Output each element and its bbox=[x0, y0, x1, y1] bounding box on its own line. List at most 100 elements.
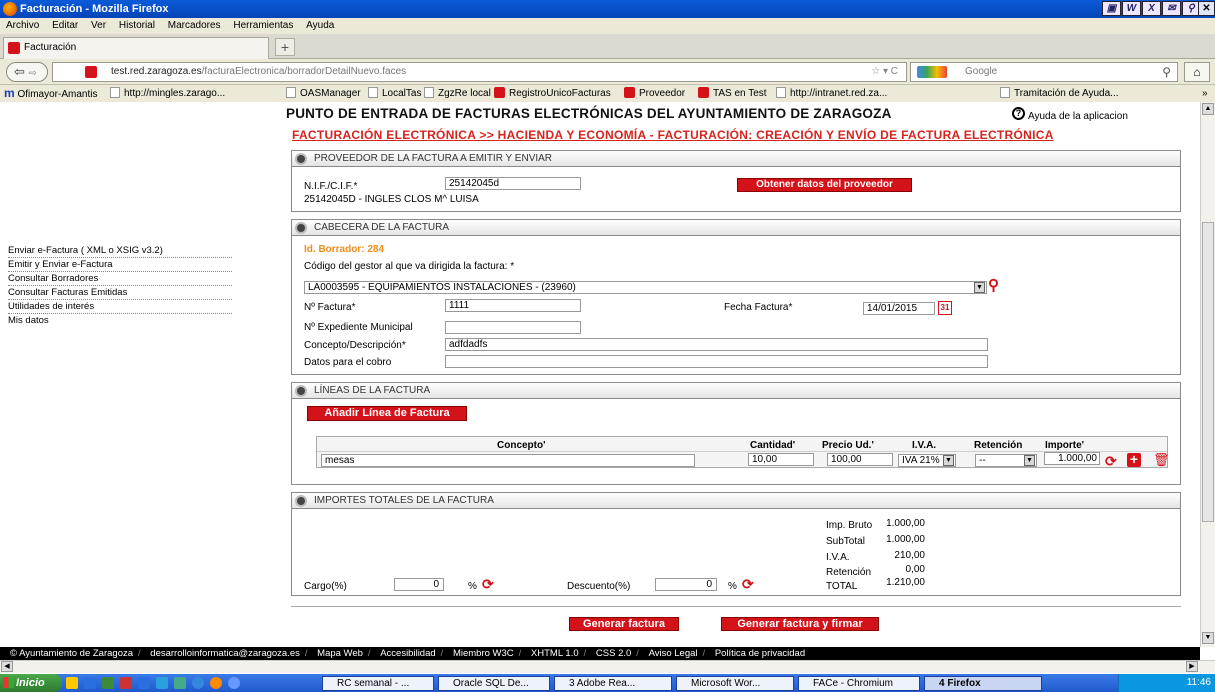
bookmark-proveedor[interactable]: Proveedor bbox=[624, 85, 685, 102]
add-line-button[interactable]: Añadir Línea de Factura bbox=[307, 406, 467, 421]
mail-icon[interactable]: ✉ bbox=[1162, 1, 1181, 16]
dropdown-arrow-icon[interactable]: ▼ bbox=[974, 282, 985, 293]
bookmark-tas-test[interactable]: TAS en Test bbox=[698, 85, 767, 102]
line-retencion-select[interactable]: -- ▼ bbox=[975, 454, 1037, 467]
footer-w3c[interactable]: Miembro W3C bbox=[453, 648, 514, 659]
help-icon[interactable]: ? bbox=[1012, 107, 1025, 120]
bookmark-oasmanager[interactable]: OASManager bbox=[286, 85, 361, 102]
quicklaunch-chrome-icon[interactable] bbox=[192, 677, 204, 689]
footer-email[interactable]: desarrolloinformatica@zaragoza.es bbox=[150, 648, 300, 659]
vertical-scrollbar[interactable]: ▲ ▼ bbox=[1200, 102, 1215, 647]
breadcrumb[interactable]: FACTURACIÓN ELECTRÓNICA >> HACIENDA Y EC… bbox=[292, 128, 1054, 142]
footer-xhtml[interactable]: XHTML 1.0 bbox=[531, 648, 579, 659]
generar-firmar-button[interactable]: Generar factura y firmar bbox=[721, 617, 879, 631]
menu-archivo[interactable]: Archivo bbox=[6, 20, 39, 31]
descuento-input[interactable]: 0 bbox=[655, 578, 717, 591]
bookmark-ofimayor[interactable]: m Ofimayor-Amantis bbox=[4, 85, 97, 102]
scroll-down-icon[interactable]: ▼ bbox=[1202, 632, 1214, 644]
magnifier-icon[interactable]: ⚲ bbox=[1162, 63, 1171, 81]
taskbar-microsoft-word[interactable]: Microsoft Wor... bbox=[676, 676, 794, 691]
menu-ver[interactable]: Ver bbox=[91, 20, 106, 31]
reload-icon[interactable]: ☆ ▾ C bbox=[871, 63, 898, 81]
recalc-descuento-icon[interactable]: ⟳ bbox=[742, 577, 756, 592]
cobro-input[interactable] bbox=[445, 355, 988, 368]
cargo-input[interactable]: 0 bbox=[394, 578, 444, 591]
quicklaunch-app2-icon[interactable] bbox=[138, 677, 150, 689]
scroll-up-icon[interactable]: ▲ bbox=[1202, 103, 1214, 115]
obtener-datos-button[interactable]: Obtener datos del proveedor bbox=[737, 178, 912, 192]
quicklaunch-app-icon[interactable] bbox=[102, 677, 114, 689]
help-link[interactable]: Ayuda de la aplicacion bbox=[1028, 111, 1128, 122]
menu-historial[interactable]: Historial bbox=[119, 20, 155, 31]
fecha-input[interactable]: 14/01/2015 bbox=[863, 302, 935, 315]
search-gestor-icon[interactable]: ⚲ bbox=[988, 276, 999, 294]
line-cantidad-input[interactable]: 10,00 bbox=[748, 453, 814, 466]
close-window-icon[interactable]: ✕ bbox=[1198, 1, 1215, 16]
delete-row-icon[interactable]: 🗑 bbox=[1153, 453, 1170, 467]
generar-factura-button[interactable]: Generar factura bbox=[569, 617, 679, 631]
taskbar-firefox[interactable]: 4 Firefox bbox=[924, 676, 1042, 691]
address-bar[interactable]: test.red.zaragoza.es/facturaElectronica/… bbox=[52, 62, 907, 82]
quicklaunch-pdf-icon[interactable] bbox=[120, 677, 132, 689]
concepto-input[interactable]: adfdadfs bbox=[445, 338, 988, 351]
menu-herramientas[interactable]: Herramientas bbox=[233, 20, 293, 31]
back-arrow-icon[interactable]: ⇦ bbox=[14, 64, 25, 79]
taskbar-face-chromium[interactable]: FACe - Chromium bbox=[798, 676, 920, 691]
bookmark-registro[interactable]: RegistroUnicoFacturas bbox=[494, 85, 611, 102]
word-icon[interactable]: W bbox=[1122, 1, 1141, 16]
expediente-input[interactable] bbox=[445, 321, 581, 334]
quicklaunch-firefox-icon[interactable] bbox=[210, 677, 222, 689]
dropdown-arrow-icon[interactable]: ▼ bbox=[1024, 455, 1035, 466]
bookmark-intranet[interactable]: http://intranet.red.za... bbox=[776, 85, 887, 102]
tab-facturacion[interactable]: Facturación bbox=[3, 37, 269, 59]
footer-css[interactable]: CSS 2.0 bbox=[596, 648, 631, 659]
calendar-icon[interactable]: 31 bbox=[938, 301, 952, 315]
bookmark-localtas[interactable]: LocalTas bbox=[368, 85, 421, 102]
line-precio-input[interactable]: 100,00 bbox=[827, 453, 893, 466]
recalc-cargo-icon[interactable]: ⟳ bbox=[482, 577, 496, 592]
line-concepto-input[interactable]: mesas bbox=[321, 454, 695, 467]
start-button[interactable]: Inicio bbox=[0, 674, 62, 692]
scroll-right-icon[interactable]: ▶ bbox=[1186, 661, 1198, 672]
menu-editar[interactable]: Editar bbox=[52, 20, 78, 31]
toolbar-icon-1[interactable]: ▣ bbox=[1102, 1, 1121, 16]
bookmark-mingles[interactable]: http://mingles.zarago... bbox=[110, 85, 225, 102]
quicklaunch-app3-icon[interactable] bbox=[156, 677, 168, 689]
footer-accesibilidad[interactable]: Accesibilidad bbox=[380, 648, 435, 659]
back-forward-buttons[interactable]: ⇦ ⇨ bbox=[6, 62, 48, 82]
line-iva-select[interactable]: IVA 21% ▼ bbox=[898, 454, 956, 467]
menu-marcadores[interactable]: Marcadores bbox=[168, 20, 221, 31]
scroll-left-icon[interactable]: ◀ bbox=[1, 661, 13, 672]
horizontal-scrollbar[interactable]: ◀ ▶ bbox=[0, 660, 1215, 673]
new-tab-button[interactable]: + bbox=[275, 38, 295, 56]
search-engine-icon[interactable] bbox=[917, 66, 947, 78]
footer-privacidad[interactable]: Política de privacidad bbox=[715, 648, 805, 659]
quicklaunch-app5-icon[interactable] bbox=[228, 677, 240, 689]
quicklaunch-ie-icon[interactable] bbox=[84, 677, 96, 689]
dropdown-arrow-icon[interactable]: ▼ bbox=[943, 455, 954, 466]
recalculate-icon[interactable]: ⟳ bbox=[1105, 454, 1119, 469]
search-box[interactable]: Google ⚲ bbox=[910, 62, 1178, 82]
bookmarks-overflow-icon[interactable]: » bbox=[1202, 85, 1208, 102]
taskbar-rc-semanal[interactable]: RC semanal - ... bbox=[322, 676, 434, 691]
sidebar-item-mis-datos[interactable]: Mis datos bbox=[8, 315, 232, 327]
nfactura-input[interactable]: 1111 bbox=[445, 299, 581, 312]
add-row-icon[interactable]: + bbox=[1127, 452, 1141, 467]
home-icon[interactable]: ⌂ bbox=[1184, 62, 1210, 82]
menu-ayuda[interactable]: Ayuda bbox=[306, 20, 334, 31]
sidebar-item-emitir[interactable]: Emitir y Enviar e-Factura bbox=[8, 259, 232, 272]
quicklaunch-app4-icon[interactable] bbox=[174, 677, 186, 689]
scroll-thumb[interactable] bbox=[1202, 222, 1214, 522]
quicklaunch-folder-icon[interactable] bbox=[66, 677, 78, 689]
sidebar-item-utilidades[interactable]: Utilidades de interés bbox=[8, 301, 232, 314]
footer-aviso-legal[interactable]: Aviso Legal bbox=[649, 648, 698, 659]
forward-arrow-icon[interactable]: ⇨ bbox=[29, 68, 37, 79]
bookmark-zgzre[interactable]: ZgzRe local bbox=[424, 85, 491, 102]
taskbar-oracle-sql[interactable]: Oracle SQL De... bbox=[438, 676, 550, 691]
sidebar-item-emitidas[interactable]: Consultar Facturas Emitidas bbox=[8, 287, 232, 300]
gestor-select[interactable]: LA0003595 - EQUIPAMIENTOS INSTALACIONES … bbox=[304, 281, 987, 294]
taskbar-adobe-reader[interactable]: 3 Adobe Rea... bbox=[554, 676, 672, 691]
footer-mapa-web[interactable]: Mapa Web bbox=[317, 648, 363, 659]
nif-input[interactable]: 25142045d bbox=[445, 177, 581, 190]
sidebar-item-enviar[interactable]: Enviar e-Factura ( XML o XSIG v3.2) bbox=[8, 245, 232, 258]
